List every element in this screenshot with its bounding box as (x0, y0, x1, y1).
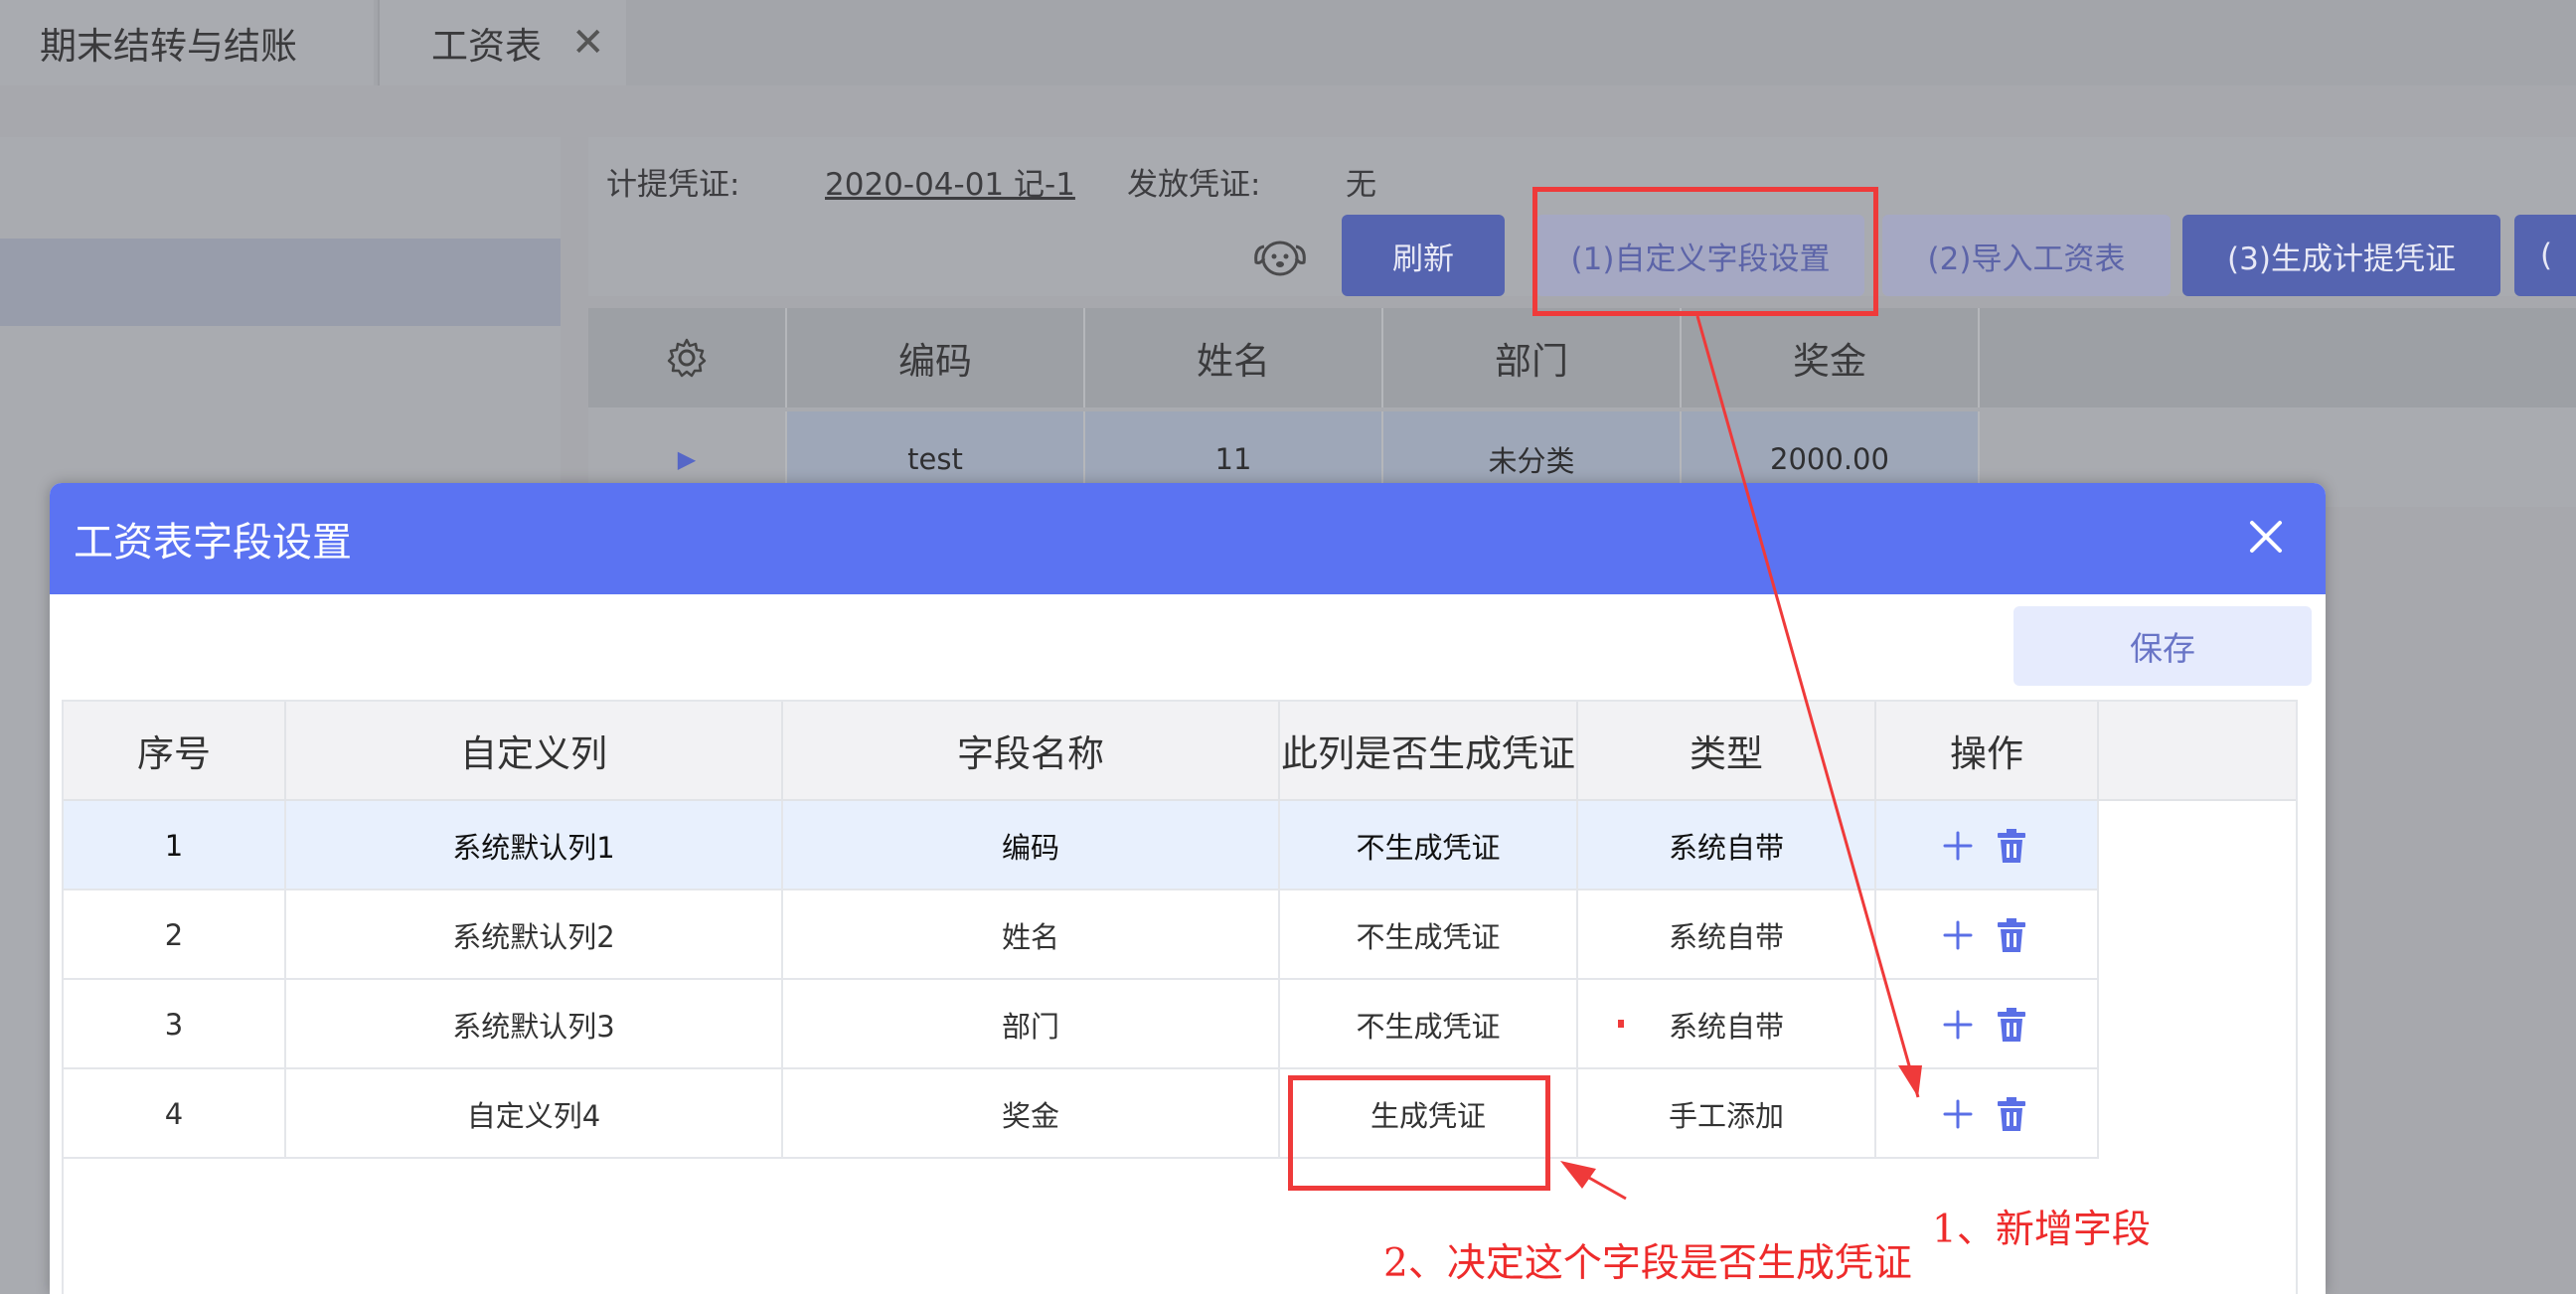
add-field-icon[interactable] (1940, 916, 1976, 954)
column-header[interactable]: 部门 (1383, 308, 1682, 407)
delete-icon[interactable] (1994, 1095, 2029, 1133)
annotation-note-voucher-toggle: 2、决定这个字段是否生成凭证 (1383, 1241, 1912, 1286)
tab-period-end-closing[interactable]: 期末结转与结账 (0, 0, 374, 85)
table-cell-actions (1876, 980, 2099, 1069)
column-header: 操作 (1876, 702, 2099, 801)
column-header: 字段名称 (783, 702, 1280, 801)
accrual-voucher-label: 计提凭证: (606, 167, 740, 203)
delete-icon[interactable] (1994, 916, 2029, 954)
table-cell-name[interactable]: 部门 (783, 980, 1280, 1069)
column-header: 自定义列 (286, 702, 783, 801)
import-payroll-button[interactable]: (2)导入工资表 (1882, 215, 2171, 296)
column-header-empty (1980, 308, 2576, 407)
dog-icon[interactable] (1250, 231, 1310, 280)
table-cell-actions (1876, 1069, 2099, 1159)
close-icon[interactable]: ✕ (571, 20, 605, 66)
save-button[interactable]: 保存 (2013, 606, 2312, 686)
column-header: 类型 (1578, 702, 1876, 801)
delete-icon[interactable] (1994, 1006, 2029, 1044)
add-field-icon[interactable] (1940, 827, 1976, 865)
field-settings-dialog: 工资表字段设置 保存 序号 自定义列 字段名称 此列是否生成凭证 类型 操作 1… (50, 483, 2326, 1294)
gear-icon[interactable] (665, 336, 709, 380)
table-row[interactable]: 2 系统默认列2 姓名 不生成凭证 系统自带 (64, 890, 2099, 980)
table-row[interactable]: 3 系统默认列3 部门 不生成凭证 系统自带 (64, 980, 2099, 1069)
annotation-note-add-field: 1、新增字段 (1932, 1208, 2151, 1252)
column-header[interactable]: 编码 (787, 308, 1085, 407)
column-header: 序号 (64, 702, 286, 801)
table-cell-no[interactable]: 4 (64, 1069, 286, 1159)
payout-voucher-value: 无 (1346, 167, 1376, 203)
table-cell-voucher[interactable]: 不生成凭证 (1280, 980, 1578, 1069)
table-cell-name[interactable]: 姓名 (783, 890, 1280, 980)
table-cell-col[interactable]: 系统默认列2 (286, 890, 783, 980)
tab-bar: 期末结转与结账 工资表 ✕ (0, 0, 2576, 85)
close-icon[interactable] (2242, 513, 2290, 561)
left-panel-selected-item[interactable] (0, 239, 561, 326)
tab-payroll[interactable]: 工资表 ✕ (378, 0, 626, 85)
add-field-icon[interactable] (1940, 1095, 1976, 1133)
table-cell-actions (1876, 801, 2099, 890)
settings-column-header (588, 308, 787, 407)
annotation-highlight-box (1532, 187, 1878, 316)
generate-accrual-voucher-button[interactable]: (3)生成计提凭证 (2182, 215, 2500, 296)
column-header-empty (2099, 702, 2296, 801)
column-header: 此列是否生成凭证 (1280, 702, 1578, 801)
refresh-button[interactable]: 刷新 (1342, 215, 1505, 296)
table-cell-no[interactable]: 2 (64, 890, 286, 980)
table-cell-no[interactable]: 3 (64, 980, 286, 1069)
table-cell-voucher[interactable]: 不生成凭证 (1280, 890, 1578, 980)
table-row[interactable]: 4 自定义列4 奖金 生成凭证 手工添加 (64, 1069, 2099, 1159)
table-cell-name[interactable]: 奖金 (783, 1069, 1280, 1159)
accrual-voucher-link[interactable]: 2020-04-01 记-1 (825, 159, 1075, 204)
payroll-table: 编码 姓名 部门 奖金 ▶ test 11 未分类 2000.00 (588, 308, 2576, 507)
table-cell-type[interactable]: 系统自带 (1578, 890, 1876, 980)
table-cell-type[interactable]: 系统自带 (1578, 801, 1876, 890)
table-cell-col[interactable]: 系统默认列1 (286, 801, 783, 890)
column-header[interactable]: 奖金 (1682, 308, 1980, 407)
payout-voucher-label: 发放凭证: (1127, 167, 1261, 203)
delete-icon[interactable] (1994, 827, 2029, 865)
table-cell-type[interactable]: 系统自带 (1578, 980, 1876, 1069)
dialog-header: 工资表字段设置 (50, 483, 2326, 594)
tab-label: 期末结转与结账 (40, 25, 297, 68)
next-step-button[interactable]: ( (2514, 215, 2576, 296)
dialog-title: 工资表字段设置 (74, 520, 352, 566)
column-header[interactable]: 姓名 (1085, 308, 1383, 407)
annotation-highlight-box (1288, 1075, 1550, 1191)
tab-label: 工资表 (431, 25, 542, 68)
table-cell-col[interactable]: 系统默认列3 (286, 980, 783, 1069)
table-cell-voucher[interactable]: 不生成凭证 (1280, 801, 1578, 890)
table-cell-name[interactable]: 编码 (783, 801, 1280, 890)
table-cell-type[interactable]: 手工添加 (1578, 1069, 1876, 1159)
table-cell-no[interactable]: 1 (64, 801, 286, 890)
table-row[interactable]: 1 系统默认列1 编码 不生成凭证 系统自带 (64, 801, 2099, 890)
table-cell-col[interactable]: 自定义列4 (286, 1069, 783, 1159)
add-field-icon[interactable] (1940, 1006, 1976, 1044)
table-cell-actions (1876, 890, 2099, 980)
